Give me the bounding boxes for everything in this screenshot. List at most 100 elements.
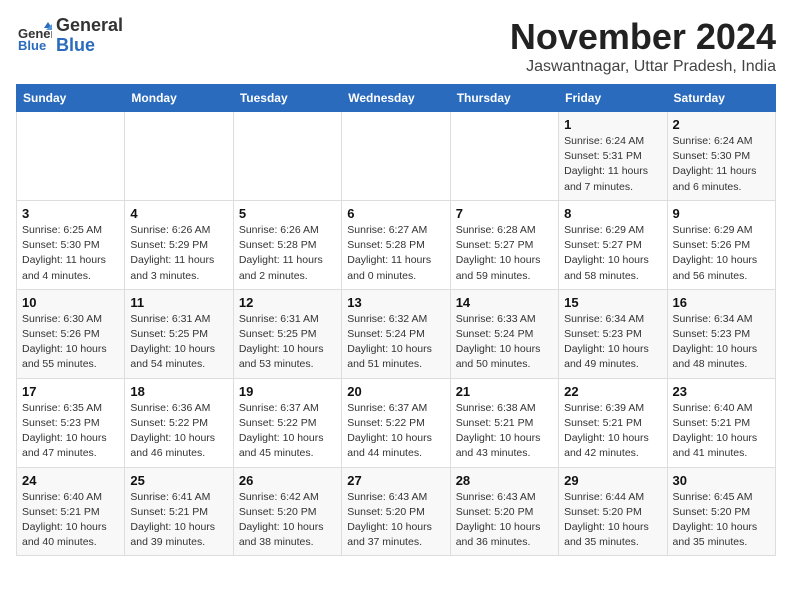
logo-icon: General Blue [16, 18, 52, 54]
calendar-cell: 25 Sunrise: 6:41 AM Sunset: 5:21 PM Dayli… [125, 467, 233, 556]
day-info: Sunrise: 6:37 AM Sunset: 5:22 PM Dayligh… [347, 401, 444, 462]
calendar-cell [233, 112, 341, 201]
calendar-cell [17, 112, 125, 201]
day-info: Sunrise: 6:39 AM Sunset: 5:21 PM Dayligh… [564, 401, 661, 462]
calendar-cell: 12 Sunrise: 6:31 AM Sunset: 5:25 PM Dayli… [233, 289, 341, 378]
calendar-cell: 14 Sunrise: 6:33 AM Sunset: 5:24 PM Dayli… [450, 289, 558, 378]
calendar-cell: 21 Sunrise: 6:38 AM Sunset: 5:21 PM Dayli… [450, 378, 558, 467]
day-info: Sunrise: 6:24 AM Sunset: 5:30 PM Dayligh… [673, 134, 770, 195]
day-number: 23 [673, 384, 770, 399]
calendar-cell: 30 Sunrise: 6:45 AM Sunset: 5:20 PM Dayli… [667, 467, 775, 556]
day-info: Sunrise: 6:40 AM Sunset: 5:21 PM Dayligh… [673, 401, 770, 462]
weekday-header: Friday [559, 85, 667, 112]
calendar-cell: 20 Sunrise: 6:37 AM Sunset: 5:22 PM Dayli… [342, 378, 450, 467]
day-info: Sunrise: 6:28 AM Sunset: 5:27 PM Dayligh… [456, 223, 553, 284]
day-info: Sunrise: 6:30 AM Sunset: 5:26 PM Dayligh… [22, 312, 119, 373]
calendar-cell: 4 Sunrise: 6:26 AM Sunset: 5:29 PM Daylig… [125, 200, 233, 289]
logo: General Blue General Blue [16, 16, 123, 56]
calendar-cell: 6 Sunrise: 6:27 AM Sunset: 5:28 PM Daylig… [342, 200, 450, 289]
day-info: Sunrise: 6:32 AM Sunset: 5:24 PM Dayligh… [347, 312, 444, 373]
weekday-header: Sunday [17, 85, 125, 112]
day-info: Sunrise: 6:36 AM Sunset: 5:22 PM Dayligh… [130, 401, 227, 462]
day-info: Sunrise: 6:33 AM Sunset: 5:24 PM Dayligh… [456, 312, 553, 373]
day-number: 2 [673, 117, 770, 132]
calendar-cell: 19 Sunrise: 6:37 AM Sunset: 5:22 PM Dayli… [233, 378, 341, 467]
location: Jaswantnagar, Uttar Pradesh, India [510, 58, 776, 76]
day-info: Sunrise: 6:35 AM Sunset: 5:23 PM Dayligh… [22, 401, 119, 462]
calendar-cell: 18 Sunrise: 6:36 AM Sunset: 5:22 PM Dayli… [125, 378, 233, 467]
day-number: 20 [347, 384, 444, 399]
day-info: Sunrise: 6:25 AM Sunset: 5:30 PM Dayligh… [22, 223, 119, 284]
calendar-table: SundayMondayTuesdayWednesdayThursdayFrid… [16, 84, 776, 556]
weekday-header: Thursday [450, 85, 558, 112]
day-number: 14 [456, 295, 553, 310]
day-info: Sunrise: 6:37 AM Sunset: 5:22 PM Dayligh… [239, 401, 336, 462]
calendar-cell: 11 Sunrise: 6:31 AM Sunset: 5:25 PM Dayli… [125, 289, 233, 378]
day-info: Sunrise: 6:29 AM Sunset: 5:27 PM Dayligh… [564, 223, 661, 284]
day-info: Sunrise: 6:42 AM Sunset: 5:20 PM Dayligh… [239, 490, 336, 551]
day-info: Sunrise: 6:43 AM Sunset: 5:20 PM Dayligh… [347, 490, 444, 551]
logo-general-text: General [56, 16, 123, 36]
day-number: 6 [347, 206, 444, 221]
month-title: November 2024 [510, 16, 776, 58]
calendar-week-row: 17 Sunrise: 6:35 AM Sunset: 5:23 PM Dayli… [17, 378, 776, 467]
day-number: 10 [22, 295, 119, 310]
day-number: 12 [239, 295, 336, 310]
day-number: 11 [130, 295, 227, 310]
day-info: Sunrise: 6:34 AM Sunset: 5:23 PM Dayligh… [673, 312, 770, 373]
day-info: Sunrise: 6:41 AM Sunset: 5:21 PM Dayligh… [130, 490, 227, 551]
calendar-cell: 16 Sunrise: 6:34 AM Sunset: 5:23 PM Dayli… [667, 289, 775, 378]
day-number: 16 [673, 295, 770, 310]
day-number: 24 [22, 473, 119, 488]
day-info: Sunrise: 6:27 AM Sunset: 5:28 PM Dayligh… [347, 223, 444, 284]
day-info: Sunrise: 6:34 AM Sunset: 5:23 PM Dayligh… [564, 312, 661, 373]
day-number: 3 [22, 206, 119, 221]
day-info: Sunrise: 6:26 AM Sunset: 5:29 PM Dayligh… [130, 223, 227, 284]
calendar-week-row: 1Sunrise: 6:24 AM Sunset: 5:31 PM Daylig… [17, 112, 776, 201]
logo-blue-text: Blue [56, 36, 123, 56]
day-number: 5 [239, 206, 336, 221]
calendar-cell: 24 Sunrise: 6:40 AM Sunset: 5:21 PM Dayli… [17, 467, 125, 556]
calendar-cell: 15Sunrise: 6:34 AM Sunset: 5:23 PM Dayli… [559, 289, 667, 378]
calendar-cell: 8 Sunrise: 6:29 AM Sunset: 5:27 PM Daylig… [559, 200, 667, 289]
day-info: Sunrise: 6:29 AM Sunset: 5:26 PM Dayligh… [673, 223, 770, 284]
calendar-cell: 3 Sunrise: 6:25 AM Sunset: 5:30 PM Daylig… [17, 200, 125, 289]
calendar-cell [342, 112, 450, 201]
calendar-cell: 26Sunrise: 6:42 AM Sunset: 5:20 PM Dayli… [233, 467, 341, 556]
calendar-cell: 28Sunrise: 6:43 AM Sunset: 5:20 PM Dayli… [450, 467, 558, 556]
day-info: Sunrise: 6:26 AM Sunset: 5:28 PM Dayligh… [239, 223, 336, 284]
day-number: 7 [456, 206, 553, 221]
calendar-week-row: 10 Sunrise: 6:30 AM Sunset: 5:26 PM Dayli… [17, 289, 776, 378]
day-number: 21 [456, 384, 553, 399]
day-info: Sunrise: 6:31 AM Sunset: 5:25 PM Dayligh… [239, 312, 336, 373]
day-info: Sunrise: 6:40 AM Sunset: 5:21 PM Dayligh… [22, 490, 119, 551]
day-number: 18 [130, 384, 227, 399]
day-number: 8 [564, 206, 661, 221]
day-number: 4 [130, 206, 227, 221]
day-info: Sunrise: 6:44 AM Sunset: 5:20 PM Dayligh… [564, 490, 661, 551]
day-number: 9 [673, 206, 770, 221]
day-info: Sunrise: 6:38 AM Sunset: 5:21 PM Dayligh… [456, 401, 553, 462]
weekday-header: Monday [125, 85, 233, 112]
calendar-cell [450, 112, 558, 201]
day-info: Sunrise: 6:45 AM Sunset: 5:20 PM Dayligh… [673, 490, 770, 551]
day-number: 25 [130, 473, 227, 488]
weekday-header: Saturday [667, 85, 775, 112]
weekday-header: Wednesday [342, 85, 450, 112]
day-number: 30 [673, 473, 770, 488]
calendar-cell: 2 Sunrise: 6:24 AM Sunset: 5:30 PM Daylig… [667, 112, 775, 201]
day-number: 17 [22, 384, 119, 399]
calendar-cell: 17 Sunrise: 6:35 AM Sunset: 5:23 PM Dayli… [17, 378, 125, 467]
calendar-week-row: 3 Sunrise: 6:25 AM Sunset: 5:30 PM Daylig… [17, 200, 776, 289]
day-number: 19 [239, 384, 336, 399]
calendar-cell [125, 112, 233, 201]
calendar-cell: 9 Sunrise: 6:29 AM Sunset: 5:26 PM Daylig… [667, 200, 775, 289]
day-number: 29 [564, 473, 661, 488]
title-block: November 2024 Jaswantnagar, Uttar Prades… [510, 16, 776, 76]
day-number: 13 [347, 295, 444, 310]
calendar-cell: 10 Sunrise: 6:30 AM Sunset: 5:26 PM Dayli… [17, 289, 125, 378]
calendar-cell: 13 Sunrise: 6:32 AM Sunset: 5:24 PM Dayli… [342, 289, 450, 378]
day-info: Sunrise: 6:31 AM Sunset: 5:25 PM Dayligh… [130, 312, 227, 373]
calendar-cell: 27Sunrise: 6:43 AM Sunset: 5:20 PM Dayli… [342, 467, 450, 556]
header: General Blue General Blue November 2024 … [16, 16, 776, 76]
